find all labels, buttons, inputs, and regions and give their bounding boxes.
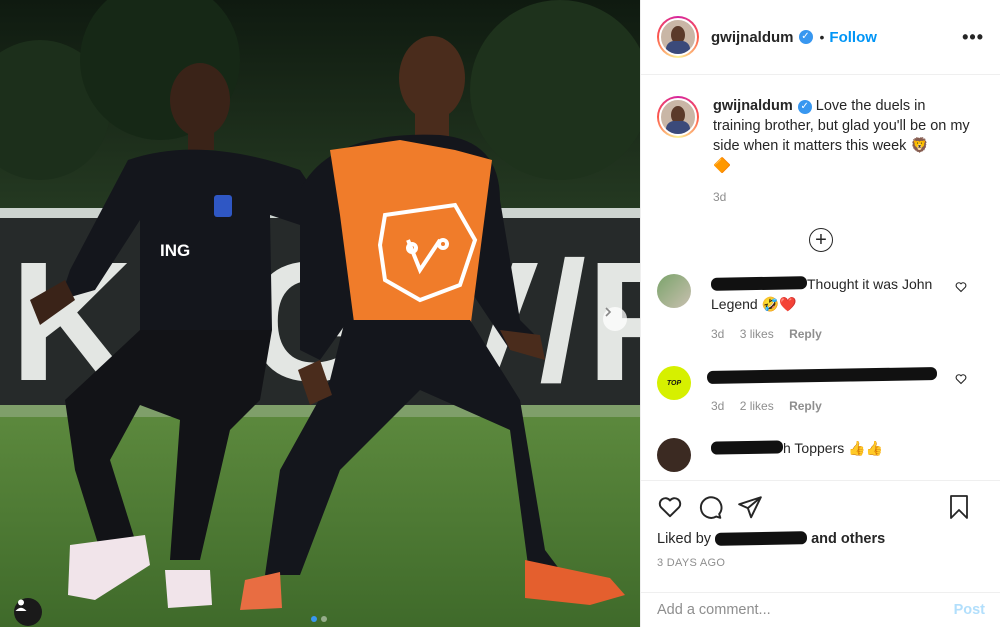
post-comment-button[interactable]: Post [954,602,985,618]
comment-time[interactable]: 3d [711,399,724,413]
post-photo[interactable]: KEG V/F ING [0,0,640,627]
comment-likes[interactable]: 3 likes [740,327,774,341]
redacted-username [710,440,784,455]
comments-list[interactable]: gwijnaldum ✓ Love the duels in training b… [641,76,1000,479]
load-more-comments-button[interactable]: + [809,228,833,252]
like-comment-heart-icon[interactable] [955,373,967,385]
add-comment-input[interactable] [657,602,954,618]
follow-button[interactable]: Follow [829,29,877,46]
comment-composer: Post [641,592,1000,627]
comment-item: TOP 3d 2 likes Reply [657,366,985,416]
caption-username[interactable]: gwijnaldum [713,98,793,114]
comment-item: h Toppers 👍👍 [657,438,985,472]
training-photo: KEG V/F ING [0,0,640,627]
comment-likes[interactable]: 2 likes [740,399,774,413]
caption-avatar[interactable] [657,96,699,138]
like-comment-heart-icon[interactable] [955,281,967,293]
commenter-avatar[interactable] [657,274,691,308]
more-options-icon[interactable]: ••• [962,27,984,48]
shirt-lettering: ING [160,241,190,260]
user-icon [15,599,27,611]
post-side-panel: gwijnaldum ✓ • Follow ••• gwijnaldum ✓ Lo… [640,0,1000,627]
caption: gwijnaldum ✓ Love the duels in training b… [657,96,985,176]
redacted-username [710,276,808,291]
comment-text: h Toppers [783,440,845,456]
separator-dot: • [819,29,825,45]
verified-badge-icon: ✓ [798,30,813,44]
post-actions: Liked by and others 3 DAYS AGO [641,480,1000,582]
reply-button[interactable]: Reply [789,399,822,413]
commenter-avatar[interactable]: TOP [657,366,691,400]
caption-emoji: 🔶 [713,158,732,174]
reply-button[interactable]: Reply [789,327,822,341]
comment-time[interactable]: 3d [711,327,724,341]
liked-by-text[interactable]: Liked by and others [657,531,985,547]
chevron-right-icon [605,307,612,317]
plus-circle-icon: + [815,229,827,251]
share-paper-plane-icon[interactable] [737,494,763,520]
comment-item: Thought it was John Legend 🤣❤️ 3d 3 like… [657,274,985,344]
caption-timestamp[interactable]: 3d [713,190,985,204]
tagged-users-button[interactable] [14,598,42,626]
liked-by-others[interactable]: and others [811,531,885,547]
header-username[interactable]: gwijnaldum [711,29,794,46]
carousel-dot-active [311,616,317,622]
comment-emojis: 🤣❤️ [761,296,797,312]
comment-emojis: 👍👍 [848,440,883,456]
redacted-comment [706,366,938,385]
post-date[interactable]: 3 DAYS AGO [657,557,985,569]
post-header: gwijnaldum ✓ • Follow ••• [641,0,1000,75]
redacted-liker [714,531,808,546]
comment-bubble-icon[interactable] [697,494,723,520]
profile-avatar[interactable] [657,16,699,58]
verified-badge-icon: ✓ [797,100,812,114]
carousel-dot [321,616,327,622]
like-heart-icon[interactable] [657,494,683,520]
carousel-dots [311,616,327,622]
save-bookmark-icon[interactable] [947,494,971,520]
liked-by-prefix: Liked by [657,531,712,547]
commenter-avatar[interactable] [657,438,691,472]
carousel-next-button[interactable] [603,307,627,331]
